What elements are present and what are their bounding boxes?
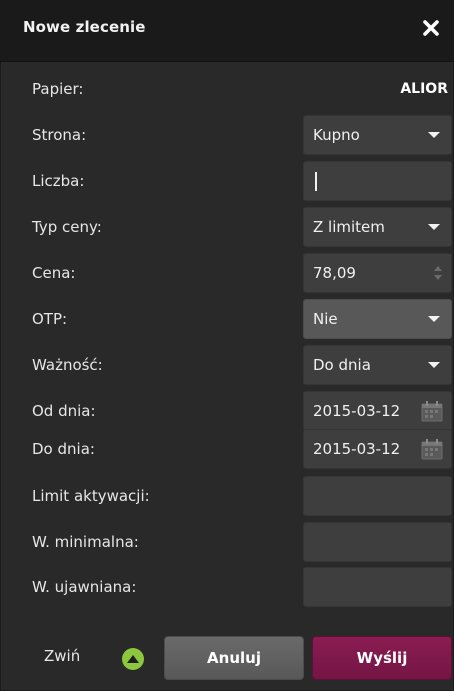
row-cena: Cena: 78,09: [0, 250, 454, 296]
do-dnia-label: Do dnia:: [32, 440, 95, 458]
do-dnia-date-input[interactable]: 2015-03-12: [303, 429, 452, 469]
row-waznosc: Ważność: Do dnia: [0, 342, 454, 388]
limit-aktywacji-input[interactable]: [303, 476, 452, 516]
close-icon: [423, 20, 439, 36]
do-dnia-value: 2015-03-12: [313, 440, 401, 458]
w-ujawniana-label: W. ujawniana:: [32, 578, 137, 596]
row-strona: Strona: Kupno: [0, 112, 454, 158]
od-dnia-value: 2015-03-12: [313, 402, 401, 420]
waznosc-select[interactable]: Do dnia: [303, 345, 452, 385]
dialog-footer: Zwiń Anuluj Wyślij: [0, 623, 454, 691]
chevron-up-icon: [127, 655, 139, 663]
cena-value: 78,09: [313, 264, 356, 282]
w-minimalna-input[interactable]: [303, 522, 452, 562]
calendar-icon[interactable]: [421, 439, 443, 460]
cena-input[interactable]: 78,09: [303, 253, 452, 293]
row-typ-ceny: Typ ceny: Z limitem: [0, 204, 454, 250]
dialog-titlebar: Nowe zlecenie: [0, 0, 454, 62]
chevron-down-icon: [428, 362, 440, 368]
w-ujawniana-input[interactable]: [303, 567, 452, 607]
waznosc-selected-value: Do dnia: [313, 356, 371, 374]
od-dnia-date-input[interactable]: 2015-03-12: [303, 391, 452, 431]
collapse-label: Zwiń: [44, 647, 81, 665]
cena-label: Cena:: [32, 264, 76, 282]
chevron-down-icon: [428, 224, 440, 230]
collapse-toggle-button[interactable]: [122, 648, 144, 670]
row-otp: OTP: Nie: [0, 296, 454, 342]
row-limit-aktywacji: Limit aktywacji:: [0, 473, 454, 519]
row-w-minimalna: W. minimalna:: [0, 519, 454, 565]
limit-aktywacji-label: Limit aktywacji:: [32, 487, 150, 505]
otp-label: OTP:: [32, 310, 68, 328]
send-button[interactable]: Wyślij: [312, 636, 452, 680]
w-minimalna-label: W. minimalna:: [32, 533, 139, 551]
strona-selected-value: Kupno: [313, 126, 360, 144]
strona-label: Strona:: [32, 126, 87, 144]
row-liczba: Liczba:: [0, 158, 454, 204]
row-papier: Papier: ALIOR: [0, 66, 454, 112]
spinner-arrows-icon[interactable]: [433, 265, 443, 281]
typ-ceny-label: Typ ceny:: [32, 218, 102, 236]
otp-select[interactable]: Nie: [303, 299, 452, 339]
waznosc-label: Ważność:: [32, 356, 103, 374]
chevron-down-icon: [428, 132, 440, 138]
calendar-icon[interactable]: [421, 401, 443, 422]
row-w-ujawniana: W. ujawniana:: [0, 564, 454, 610]
liczba-label: Liczba:: [32, 172, 85, 190]
typ-ceny-select[interactable]: Z limitem: [303, 207, 452, 247]
new-order-dialog: Nowe zlecenie Papier: ALIOR Strona: Kupn…: [0, 0, 454, 691]
otp-selected-value: Nie: [313, 310, 338, 328]
liczba-input[interactable]: [303, 161, 452, 201]
text-cursor: [315, 172, 317, 191]
strona-select[interactable]: Kupno: [303, 115, 452, 155]
chevron-down-icon: [428, 316, 440, 322]
dialog-title: Nowe zlecenie: [23, 18, 146, 36]
cancel-button[interactable]: Anuluj: [164, 636, 304, 680]
close-button[interactable]: [416, 10, 446, 46]
papier-label: Papier:: [32, 80, 84, 98]
papier-value: ALIOR: [400, 81, 448, 97]
typ-ceny-selected-value: Z limitem: [313, 218, 385, 236]
row-do-dnia: Do dnia: 2015-03-12: [0, 426, 454, 472]
